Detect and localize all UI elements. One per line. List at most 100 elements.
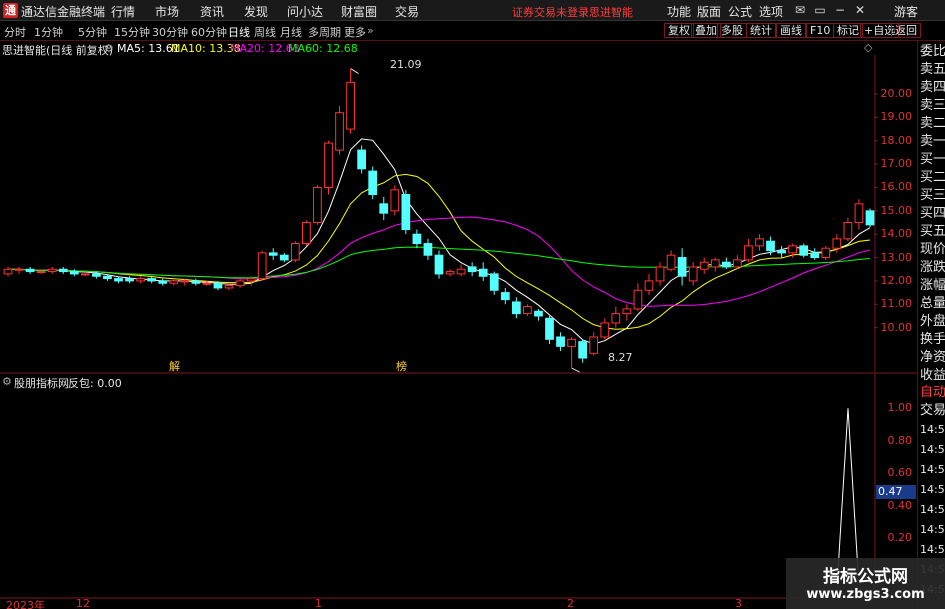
candle-body[interactable]	[699, 261, 709, 270]
candle-body[interactable]	[268, 252, 278, 256]
candle-body[interactable]	[445, 271, 455, 275]
draw-line-button[interactable]: 画线	[776, 23, 806, 38]
candle-body[interactable]	[832, 238, 842, 249]
candle-body[interactable]	[644, 280, 654, 291]
candle-body[interactable]	[611, 313, 621, 324]
close-icon[interactable]: ✕	[852, 2, 868, 18]
candle-body[interactable]	[246, 278, 256, 282]
period-60min[interactable]: 60分钟	[191, 24, 227, 40]
f10-button[interactable]: F10	[806, 23, 835, 38]
candle-body[interactable]	[799, 245, 809, 256]
candle-body[interactable]	[14, 268, 24, 271]
period-fenshi[interactable]: 分时	[4, 24, 26, 40]
menu-banmian[interactable]: 版面	[697, 3, 721, 20]
candle-body[interactable]	[710, 259, 720, 268]
candle-body[interactable]	[92, 273, 101, 277]
candle-body[interactable]	[523, 306, 532, 315]
menu-jiaoyi[interactable]: 交易	[395, 3, 419, 20]
candle-body[interactable]	[423, 243, 433, 256]
candle-body[interactable]	[788, 245, 798, 254]
candle-body[interactable]	[688, 266, 698, 282]
candle-body[interactable]	[191, 280, 201, 284]
sub-settings-gear-icon[interactable]: ⚙	[2, 375, 12, 388]
more-chevron-icon[interactable]: »	[367, 24, 374, 37]
candle-body[interactable]	[777, 250, 786, 254]
period-month[interactable]: 月线	[280, 24, 302, 40]
candle-body[interactable]	[456, 268, 466, 275]
menu-xuanxiang[interactable]: 选项	[759, 3, 783, 20]
candle-body[interactable]	[478, 268, 488, 277]
fuquan-button[interactable]: 复权	[664, 23, 694, 38]
candle-body[interactable]	[412, 233, 422, 245]
menu-zixun[interactable]: 资讯	[200, 3, 224, 20]
candle-body[interactable]	[3, 268, 13, 275]
candle-body[interactable]	[313, 186, 322, 224]
candle-body[interactable]	[357, 149, 367, 170]
candle-body[interactable]	[368, 170, 378, 195]
candle-body[interactable]	[556, 336, 565, 347]
period-day[interactable]: 日线	[228, 24, 250, 40]
candle-body[interactable]	[511, 301, 521, 315]
candle-body[interactable]	[47, 268, 57, 273]
candle-body[interactable]	[744, 245, 753, 261]
menu-faxian[interactable]: 发现	[244, 3, 268, 20]
candle-body[interactable]	[721, 261, 731, 268]
candle-body[interactable]	[545, 317, 554, 340]
candle-body[interactable]	[843, 222, 853, 240]
candlestick-chart[interactable]	[0, 0, 945, 609]
candle-body[interactable]	[489, 273, 499, 291]
collapse-diamond-icon[interactable]: ◇	[864, 41, 872, 54]
candle-body[interactable]	[810, 252, 820, 259]
period-multi[interactable]: 多周期	[308, 24, 341, 40]
candle-body[interactable]	[379, 203, 389, 214]
candle-body[interactable]	[257, 252, 267, 280]
menu-caifuquan[interactable]: 财富圈	[341, 3, 377, 20]
candle-body[interactable]	[733, 259, 742, 268]
mark-button[interactable]: 标记	[833, 23, 863, 38]
candle-body[interactable]	[434, 254, 444, 275]
candle-body[interactable]	[335, 112, 344, 151]
candle-body[interactable]	[622, 308, 632, 315]
candle-body[interactable]	[821, 247, 831, 259]
period-1min[interactable]: 1分钟	[34, 24, 63, 40]
login-notice[interactable]: 证券交易未登录	[512, 4, 589, 20]
candle-body[interactable]	[578, 341, 588, 359]
menu-gongneng[interactable]: 功能	[667, 3, 691, 20]
candle-body[interactable]	[766, 240, 775, 252]
menu-gongshi[interactable]: 公式	[728, 3, 752, 20]
candle-body[interactable]	[567, 338, 576, 347]
candle-body[interactable]	[180, 280, 190, 283]
candle-body[interactable]	[147, 278, 157, 282]
menu-wenxiaoda[interactable]: 问小达	[287, 3, 323, 20]
candle-body[interactable]	[677, 257, 687, 277]
candle-body[interactable]	[401, 193, 411, 231]
candle-body[interactable]	[136, 278, 145, 282]
candle-body[interactable]	[125, 278, 134, 282]
period-5min[interactable]: 5分钟	[78, 24, 107, 40]
candle-body[interactable]	[467, 266, 477, 273]
candle-body[interactable]	[114, 278, 123, 282]
multi-stock-button[interactable]: 多股	[717, 23, 747, 38]
candle-body[interactable]	[633, 289, 643, 310]
settings-gear-icon[interactable]: ⚙	[104, 42, 114, 55]
candle-body[interactable]	[80, 273, 90, 276]
candle-body[interactable]	[755, 238, 764, 247]
tab-auto[interactable]: 自动	[920, 384, 945, 402]
candle-body[interactable]	[103, 275, 112, 280]
candle-body[interactable]	[158, 280, 168, 284]
candle-body[interactable]	[279, 254, 289, 261]
candle-body[interactable]	[600, 322, 610, 338]
candle-body[interactable]	[346, 81, 355, 130]
email-icon[interactable]: ✉	[792, 2, 808, 18]
back-button[interactable]: 返回	[891, 23, 921, 38]
candle-body[interactable]	[169, 280, 179, 284]
candle-body[interactable]	[235, 280, 245, 287]
tab-trade[interactable]: 交易	[920, 402, 945, 420]
menu-hangqing[interactable]: 行情	[111, 3, 135, 20]
candle-body[interactable]	[390, 189, 400, 212]
period-more[interactable]: 更多	[344, 24, 366, 40]
period-week[interactable]: 周线	[254, 24, 276, 40]
candle-body[interactable]	[69, 271, 79, 275]
candle-body[interactable]	[655, 266, 665, 282]
stats-button[interactable]: 统计	[746, 23, 776, 38]
